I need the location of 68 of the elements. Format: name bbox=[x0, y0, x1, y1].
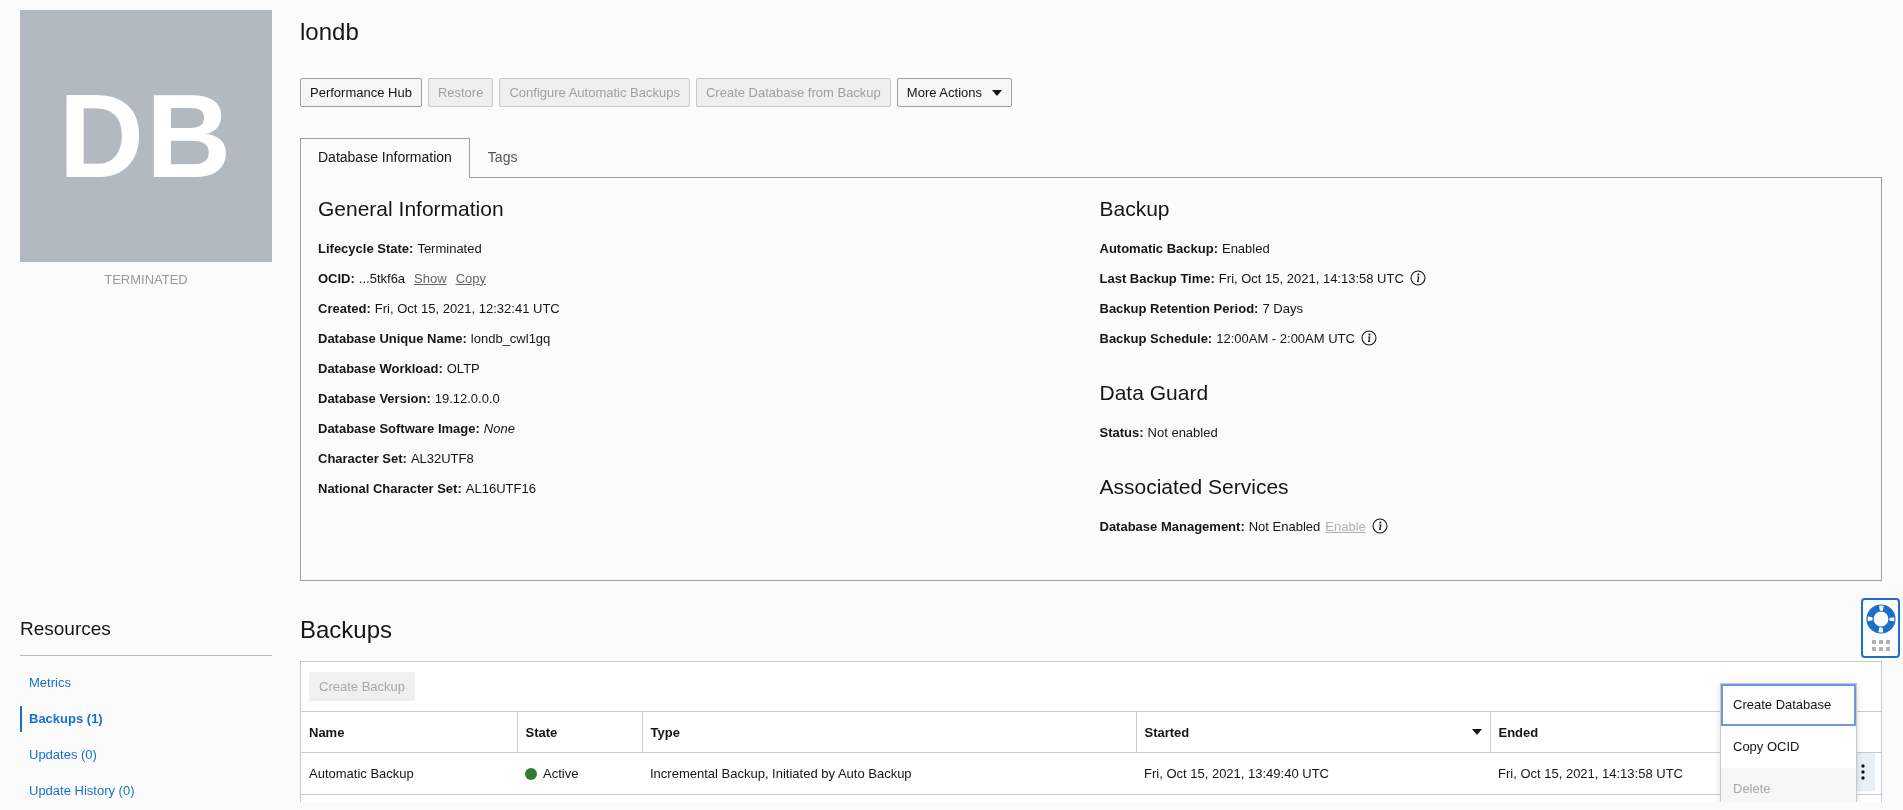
lifebuoy-icon bbox=[1865, 604, 1896, 634]
resources-heading: Resources bbox=[20, 617, 272, 656]
sidebar-link[interactable]: Metrics bbox=[20, 670, 272, 696]
field-label: National Character Set: bbox=[318, 480, 462, 496]
tab[interactable]: Tags bbox=[469, 138, 536, 177]
field-label: Database Software Image: bbox=[318, 420, 480, 436]
info-icon[interactable] bbox=[1371, 518, 1388, 534]
status-text: Active bbox=[543, 766, 579, 781]
field-label: Character Set: bbox=[318, 450, 407, 466]
column-header[interactable]: Ended bbox=[1498, 724, 1539, 740]
field-value: Not enabled bbox=[1147, 424, 1218, 440]
info-icon[interactable] bbox=[1409, 270, 1426, 286]
action-button[interactable]: Performance Hub bbox=[300, 78, 422, 107]
column-header[interactable]: Name bbox=[309, 724, 345, 740]
field-label: Last Backup Time: bbox=[1099, 270, 1215, 286]
field-label: Backup Schedule: bbox=[1099, 330, 1213, 346]
table-cell: Incremental Backup, Initiated by Auto Backup bbox=[642, 752, 1136, 795]
field-value: Enabled bbox=[1221, 240, 1270, 256]
field-value: 12:00AM - 2:00AM UTC bbox=[1216, 330, 1355, 346]
field-value: None bbox=[483, 420, 515, 436]
field-label: OCID: bbox=[318, 270, 355, 286]
field-value: 7 Days bbox=[1262, 300, 1303, 316]
table-cell: Fri, Oct 15, 2021, 13:49:40 UTC bbox=[1136, 752, 1490, 795]
menu-item[interactable]: Copy OCID bbox=[1721, 726, 1856, 768]
lifecycle-status: TERMINATED bbox=[104, 272, 188, 287]
section-heading: Backup bbox=[1099, 196, 1171, 222]
field-value: 19.12.0.0.0 bbox=[434, 390, 500, 406]
section-heading: Associated Services bbox=[1099, 474, 1290, 500]
field-value: Not Enabled bbox=[1248, 518, 1321, 534]
drag-handle-icon[interactable] bbox=[1871, 640, 1890, 651]
field-value: Fri, Oct 15, 2021, 12:32:41 UTC bbox=[374, 300, 560, 316]
sidebar-link[interactable]: Updates (0) bbox=[20, 742, 272, 768]
link[interactable]: Copy bbox=[455, 270, 486, 286]
dropdown-button[interactable]: More Actions bbox=[896, 78, 1012, 107]
tab[interactable]: Database Information bbox=[300, 138, 470, 178]
caret-icon bbox=[992, 89, 1002, 96]
backups-heading: Backups bbox=[300, 615, 394, 645]
menu-item[interactable]: Create Database bbox=[1721, 684, 1856, 726]
field-label: Database Management: bbox=[1099, 518, 1245, 534]
column-header[interactable]: Started bbox=[1144, 724, 1190, 740]
column-header[interactable]: State bbox=[525, 724, 558, 740]
sidebar-link[interactable]: Update History (0) bbox=[20, 778, 272, 804]
field-label: Database Workload: bbox=[318, 360, 443, 376]
section-heading: Data Guard bbox=[1099, 380, 1210, 406]
field-value: Terminated bbox=[417, 240, 482, 256]
field-value: londb_cwl1gq bbox=[470, 330, 551, 346]
field-label: Database Version: bbox=[318, 390, 431, 406]
sort-caret-icon[interactable] bbox=[1471, 729, 1482, 735]
field-label: Created: bbox=[318, 300, 371, 316]
sidebar-link[interactable]: Backups (1) bbox=[20, 706, 272, 732]
field-label: Automatic Backup: bbox=[1099, 240, 1218, 256]
field-label: Backup Retention Period: bbox=[1099, 300, 1259, 316]
field-label: Lifecycle State: bbox=[318, 240, 414, 256]
link[interactable]: Show bbox=[414, 270, 447, 286]
section-heading: General Information bbox=[318, 196, 505, 222]
field-label: Database Unique Name: bbox=[318, 330, 467, 346]
field-value: Fri, Oct 15, 2021, 14:13:58 UTC bbox=[1218, 270, 1404, 286]
field-value: OLTP bbox=[446, 360, 480, 376]
field-value: AL32UTF8 bbox=[410, 450, 474, 466]
info-icon[interactable] bbox=[1360, 330, 1377, 346]
database-tile: DB bbox=[20, 10, 272, 262]
page-title: londb bbox=[300, 17, 360, 47]
table-cell: Automatic Backup bbox=[301, 752, 517, 795]
field-value: AL16UTF16 bbox=[465, 480, 536, 496]
field-label: Status: bbox=[1099, 424, 1144, 440]
field-value: ...5tkf6a bbox=[358, 270, 406, 286]
help-widget[interactable] bbox=[1861, 598, 1900, 658]
column-header[interactable]: Type bbox=[650, 724, 680, 740]
